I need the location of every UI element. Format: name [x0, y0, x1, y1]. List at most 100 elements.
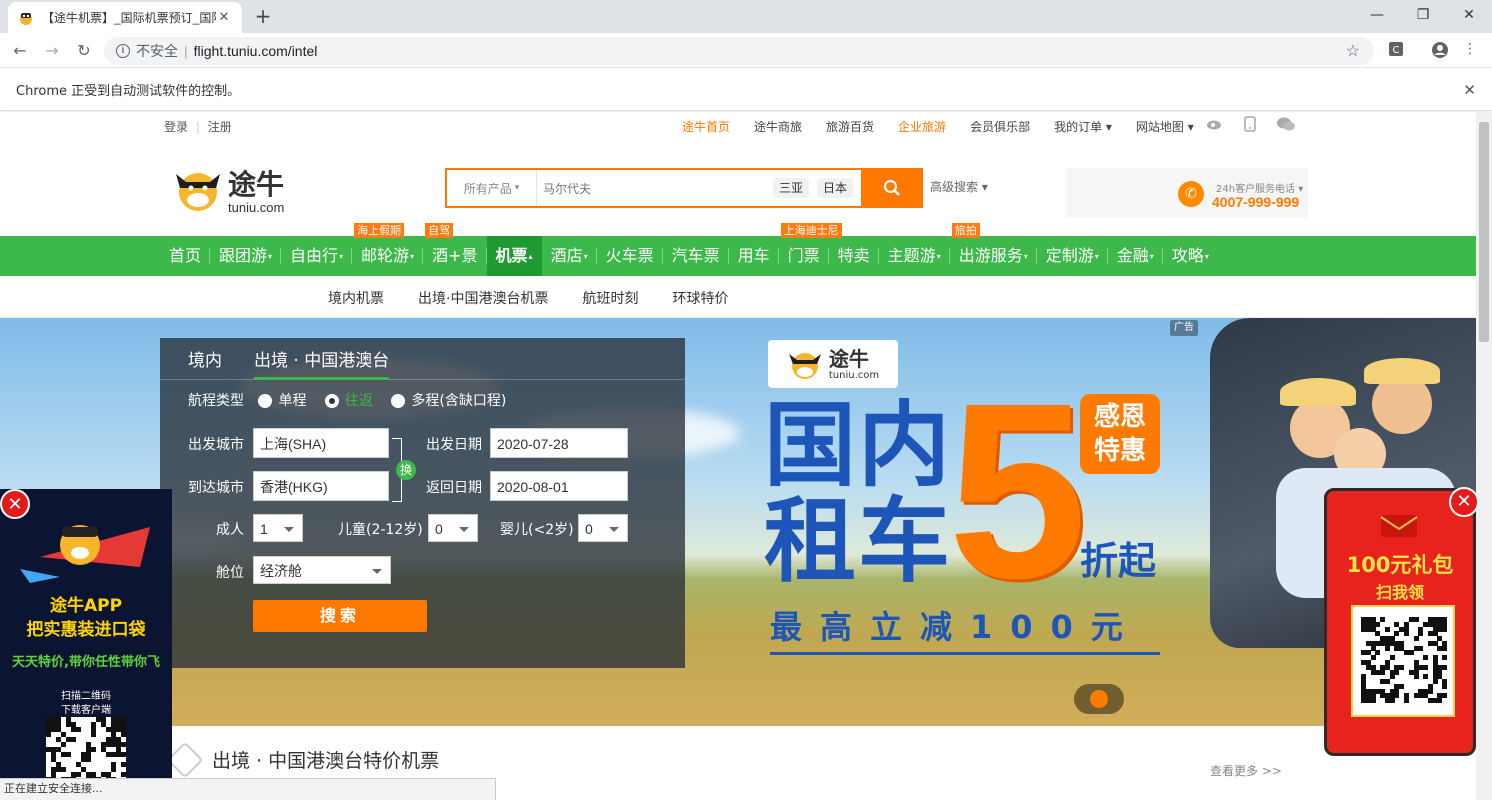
- nav-item-3[interactable]: 邮轮游▾ 海上假期: [352, 223, 424, 276]
- tab-domestic[interactable]: 境内: [188, 346, 222, 371]
- qr-module: [1408, 650, 1414, 656]
- nav-item-12[interactable]: 主题游▾: [879, 236, 950, 276]
- nav-item-label: 机票: [495, 246, 528, 265]
- depart-city-input[interactable]: 上海(SHA): [253, 428, 389, 458]
- site-info-icon[interactable]: i: [116, 44, 130, 58]
- swap-cities-button[interactable]: 换: [396, 460, 416, 480]
- menu-icon[interactable]: ⋮: [1460, 41, 1480, 61]
- restore-icon[interactable]: ❐: [1400, 0, 1446, 30]
- weibo-icon[interactable]: [1206, 116, 1224, 136]
- toplink-orders[interactable]: 我的订单 ▾: [1054, 118, 1112, 135]
- radio-oneway[interactable]: [258, 394, 273, 408]
- tab-international[interactable]: 出境 · 中国港澳台: [254, 346, 390, 380]
- register-link[interactable]: 注册: [208, 120, 232, 134]
- section-title: 出境 · 中国港澳台特价机票: [212, 750, 440, 772]
- subnav-schedule[interactable]: 航班时刻: [582, 288, 638, 308]
- address-bar[interactable]: i 不安全 | flight.tuniu.com/intel ☆: [104, 37, 1374, 65]
- radio-multicity[interactable]: [391, 394, 406, 408]
- page-scrollbar[interactable]: [1476, 112, 1492, 800]
- chevron-icon: ▾: [1094, 251, 1099, 261]
- search-button[interactable]: [861, 168, 923, 208]
- nav-item-14[interactable]: 定制游▾: [1037, 236, 1108, 276]
- window-close-icon[interactable]: ✕: [1446, 0, 1492, 30]
- nav-item-16[interactable]: 攻略▾: [1163, 236, 1218, 276]
- qr-module: [1418, 645, 1424, 651]
- nav-item-10[interactable]: 门票 上海迪士尼: [779, 223, 842, 276]
- new-tab-button[interactable]: +: [252, 4, 274, 28]
- qr-module: [1442, 645, 1448, 651]
- qr-module: [61, 767, 66, 772]
- left-app-ad[interactable]: ✕ 途牛APP 把实惠装进口袋 天天特价,带你任性带你飞 扫描二维码 下载客户端: [0, 489, 172, 800]
- wechat-icon[interactable]: [1276, 116, 1296, 136]
- nav-item-6[interactable]: 酒店▾: [542, 236, 597, 276]
- tuniu-logo[interactable]: 途牛 tuniu.com: [172, 160, 302, 220]
- nav-item-7[interactable]: 火车票: [597, 236, 663, 276]
- search-category-select[interactable]: 所有产品 ▾: [447, 170, 537, 206]
- nav-item-15[interactable]: 金融▾: [1108, 236, 1163, 276]
- left-ad-close-icon[interactable]: ✕: [0, 489, 30, 519]
- browser-tab[interactable]: 【途牛机票】_国际机票预订_国际 ✕: [8, 2, 242, 33]
- nav-item-4[interactable]: 酒+景 自驾: [423, 223, 487, 276]
- right-ad-close-icon[interactable]: ✕: [1449, 487, 1479, 517]
- cabin-select[interactable]: 经济舱: [253, 556, 391, 584]
- tab-title: 【途牛机票】_国际机票预订_国际: [42, 11, 216, 25]
- subnav-domestic[interactable]: 境内机票: [328, 288, 384, 308]
- nav-item-8[interactable]: 汽车票: [663, 236, 729, 276]
- reload-icon[interactable]: ↻: [72, 39, 96, 63]
- toplink-business[interactable]: 途牛商旅: [754, 118, 802, 135]
- nav-item-1[interactable]: 跟团游▾: [210, 236, 282, 276]
- automation-infobar: Chrome 正受到自动测试软件的控制。 ✕: [0, 69, 1492, 111]
- return-date-input[interactable]: 2020-08-01: [490, 471, 628, 501]
- nav-item-9[interactable]: 用车: [729, 236, 779, 276]
- nav-item-label: 用车: [737, 246, 770, 265]
- hot-tag-japan[interactable]: 日本: [816, 178, 853, 198]
- infant-select[interactable]: 0: [578, 514, 628, 542]
- flight-search-button[interactable]: 搜索: [253, 600, 427, 632]
- toplink-home[interactable]: 途牛首页: [682, 118, 730, 135]
- carousel-indicator[interactable]: [1074, 684, 1124, 714]
- gift-qr-code: [1361, 617, 1448, 704]
- nav-item-label: 特卖: [837, 246, 870, 265]
- bookmark-star-icon[interactable]: ☆: [1346, 41, 1360, 61]
- nav-item-2[interactable]: 自由行▾: [281, 236, 353, 276]
- login-link[interactable]: 登录: [164, 120, 188, 134]
- depart-date-input[interactable]: 2020-07-28: [490, 428, 628, 458]
- right-gift-ad[interactable]: ✕ 100元礼包 扫我领: [1324, 487, 1479, 756]
- toplink-enterprise[interactable]: 企业旅游: [898, 118, 946, 135]
- hotline-number: 4007-999-999: [1212, 194, 1300, 210]
- scrollbar-thumb[interactable]: [1479, 122, 1489, 342]
- toplink-club[interactable]: 会员俱乐部: [970, 118, 1030, 135]
- promo-banner[interactable]: 广告 途牛 tuniu.com 国内 租车 5 感恩 特惠 折起 最高立减100…: [0, 318, 1476, 726]
- search-input[interactable]: 马尔代夫: [537, 180, 773, 197]
- radio-roundtrip[interactable]: [324, 394, 339, 408]
- advanced-search-link[interactable]: 高级搜索 ▾: [930, 178, 988, 195]
- toplink-sitemap[interactable]: 网站地图 ▾: [1136, 118, 1194, 135]
- arrive-city-input[interactable]: 香港(HKG): [253, 471, 389, 501]
- nav-item-13[interactable]: 出游服务▾ 旅拍: [950, 223, 1037, 276]
- forward-icon[interactable]: →: [40, 39, 64, 63]
- nav-item-0[interactable]: 首页: [160, 236, 211, 276]
- radio-oneway-label[interactable]: 单程: [278, 393, 306, 409]
- view-more-link[interactable]: 查看更多 >>: [1210, 762, 1282, 779]
- hot-tag-sanya[interactable]: 三亚: [772, 178, 809, 198]
- toplink-mall[interactable]: 旅游百货: [826, 118, 874, 135]
- nav-item-5[interactable]: 机票▴: [486, 236, 542, 276]
- nav-item-badge: 自驾: [425, 223, 454, 238]
- mobile-icon[interactable]: [1244, 116, 1256, 136]
- extension-icon[interactable]: C: [1386, 41, 1406, 61]
- nav-item-11[interactable]: 特卖: [829, 236, 879, 276]
- carousel-dot[interactable]: [1090, 690, 1108, 708]
- child-select[interactable]: 0: [428, 514, 478, 542]
- radio-roundtrip-label[interactable]: 往返: [345, 393, 373, 409]
- hotline-label[interactable]: 24h客户服务电话 ▾: [1216, 180, 1303, 195]
- minimize-icon[interactable]: —: [1354, 0, 1400, 30]
- subnav-international[interactable]: 出境·中国港澳台机票: [418, 288, 548, 308]
- adult-select[interactable]: 1: [253, 514, 303, 542]
- tab-close-icon[interactable]: ✕: [216, 10, 232, 25]
- radio-multicity-label[interactable]: 多程(含缺口程): [411, 393, 506, 409]
- banner-discount-suffix: 折起: [1080, 539, 1157, 583]
- profile-icon[interactable]: [1430, 41, 1450, 61]
- infobar-close-icon[interactable]: ✕: [1463, 81, 1476, 99]
- subnav-global-deals[interactable]: 环球特价: [672, 288, 728, 308]
- back-icon[interactable]: ←: [8, 39, 32, 63]
